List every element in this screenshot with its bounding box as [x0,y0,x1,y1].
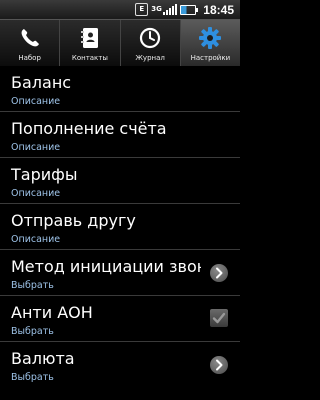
item-subtitle: Описание [11,234,61,245]
battery-icon [180,4,199,15]
tab-label: Настройки [190,54,231,62]
signal-icon [163,4,178,15]
tab-dialer[interactable]: Набор [0,20,61,66]
tab-label: Набор [18,54,41,62]
tab-bar: Набор Контакты Журнал Настройки [0,20,240,66]
tab-label: Контакты [71,54,108,62]
item-title: Валюта [11,349,75,368]
status-time: 18:45 [203,2,234,17]
network-type-indicator: 3G [151,5,162,13]
checkmark-icon [212,312,226,324]
phone-icon [21,29,39,47]
tab-contacts[interactable]: Контакты [60,20,121,66]
item-title: Анти АОН [11,303,93,322]
item-title: Пополнение счёта [11,119,167,138]
item-title: Тарифы [11,165,78,184]
settings-item-call-method[interactable]: Метод инициации звон Выбрать [0,250,240,296]
item-subtitle: Выбрать [11,326,54,337]
status-icons: E 3G 18:45 [135,2,234,17]
notification-icon: E [135,3,149,16]
settings-item-top-up[interactable]: Пополнение счёта Описание [0,112,240,158]
tab-settings[interactable]: Настройки [180,20,240,66]
item-subtitle: Описание [11,188,61,199]
item-subtitle: Описание [11,142,61,153]
settings-item-send-friend[interactable]: Отправь другу Описание [0,204,240,250]
clock-icon [140,27,161,49]
contacts-icon [80,28,98,48]
chevron-right-icon[interactable] [210,356,228,374]
item-title: Отправь другу [11,211,136,230]
item-subtitle: Выбрать [11,372,54,383]
status-bar: E 3G 18:45 [0,0,240,20]
item-title: Баланс [11,73,72,92]
checkbox[interactable] [210,309,228,327]
tab-call-log[interactable]: Журнал [121,20,181,66]
chevron-right-icon[interactable] [210,264,228,282]
item-subtitle: Выбрать [11,280,54,291]
settings-item-currency[interactable]: Валюта Выбрать [0,342,240,388]
item-title: Метод инициации звон [11,257,201,276]
settings-item-balance[interactable]: Баланс Описание [0,66,240,112]
settings-item-tariffs[interactable]: Тарифы Описание [0,158,240,204]
gear-icon [199,27,222,49]
settings-list: Баланс Описание Пополнение счёта Описани… [0,66,240,388]
settings-item-anti-aon[interactable]: Анти АОН Выбрать [0,296,240,342]
tab-label: Журнал [135,54,165,62]
item-subtitle: Описание [11,96,61,107]
